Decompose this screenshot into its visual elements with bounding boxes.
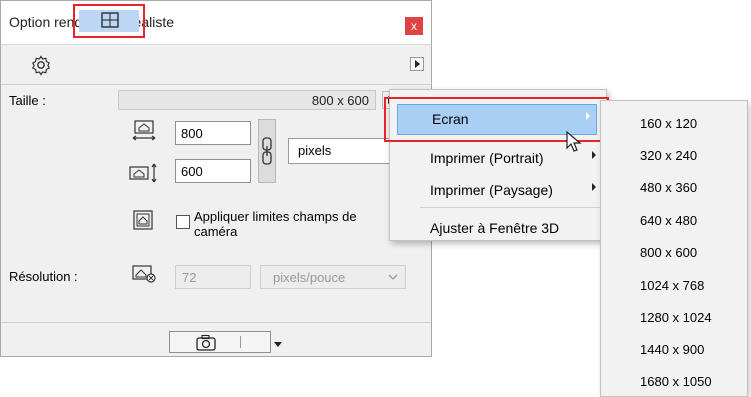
- resolution-field[interactable]: 72: [175, 265, 251, 289]
- frame-size-icon: [101, 12, 119, 28]
- menu-item-print-landscape[interactable]: Imprimer (Paysage): [390, 174, 606, 204]
- render-options-panel: Option rendu photoréaliste x Taille : 80…: [0, 0, 432, 357]
- gear-icon[interactable]: [29, 53, 53, 77]
- submenu-item-640x480[interactable]: 640 x 480: [640, 213, 697, 228]
- height-field[interactable]: [175, 159, 251, 183]
- render-camera-button[interactable]: [169, 331, 282, 353]
- width-field[interactable]: [175, 121, 251, 145]
- menu-separator: [420, 207, 602, 208]
- submenu-item-160x120[interactable]: 160 x 120: [640, 116, 697, 131]
- submenu-item-480x360[interactable]: 480 x 360: [640, 180, 697, 195]
- chevron-down-icon: [387, 269, 399, 288]
- submenu-item-1024x768[interactable]: 1024 x 768: [640, 278, 704, 293]
- tab-size-settings[interactable]: [73, 4, 145, 38]
- panel-expand-button[interactable]: [410, 57, 424, 71]
- submenu-item-320x240[interactable]: 320 x 240: [640, 148, 697, 163]
- submenu-arrow-icon: [590, 180, 598, 197]
- menu-item-label: Imprimer (Paysage): [430, 182, 553, 198]
- size-summary-field: 800 x 600: [118, 90, 376, 110]
- close-button[interactable]: x: [405, 17, 423, 35]
- menu-item-label: Imprimer (Portrait): [430, 150, 544, 166]
- camera-icon: [196, 334, 216, 351]
- submenu-item-1280x1024[interactable]: 1280 x 1024: [640, 310, 712, 325]
- resolution-icon: [131, 264, 157, 286]
- submenu-item-1680x1050[interactable]: 1680 x 1050: [640, 374, 712, 389]
- aspect-lock-button[interactable]: [258, 119, 276, 183]
- footer-divider: [1, 322, 431, 323]
- chain-link-icon: [262, 137, 272, 165]
- width-icon: [131, 119, 157, 141]
- size-label: Taille :: [9, 93, 46, 108]
- size-summary-value: 800 x 600: [311, 93, 369, 108]
- resolution-label: Résolution :: [9, 269, 78, 284]
- menu-item-fit-3d-window[interactable]: Ajuster à Fenêtre 3D: [390, 212, 606, 242]
- camera-limits-label: Appliquer limites champs de caméra: [194, 209, 394, 239]
- screen-sizes-submenu: 160 x 120 320 x 240 480 x 360 640 x 480 …: [600, 100, 748, 397]
- resolution-unit-select[interactable]: pixels/pouce: [260, 265, 406, 289]
- mouse-cursor-icon: [565, 130, 585, 157]
- camera-limits-checkbox[interactable]: [176, 215, 190, 229]
- camera-limits-label-line2: caméra: [194, 224, 238, 239]
- triangle-right-icon: [415, 60, 420, 68]
- title-bar: Option rendu photoréaliste x: [1, 1, 431, 45]
- close-icon: x: [411, 19, 417, 33]
- menu-item-label: Ajuster à Fenêtre 3D: [430, 220, 560, 236]
- resolution-unit-value: pixels/pouce: [273, 270, 346, 285]
- height-icon: [127, 162, 173, 187]
- submenu-item-1440x900[interactable]: 1440 x 900: [640, 342, 704, 357]
- submenu-item-800x600[interactable]: 800 x 600: [640, 245, 697, 260]
- camera-limits-icon: [132, 209, 158, 231]
- submenu-arrow-icon: [590, 148, 598, 165]
- camera-limits-label-line1: Appliquer limites champs de: [194, 209, 357, 224]
- toolbar: [1, 45, 431, 85]
